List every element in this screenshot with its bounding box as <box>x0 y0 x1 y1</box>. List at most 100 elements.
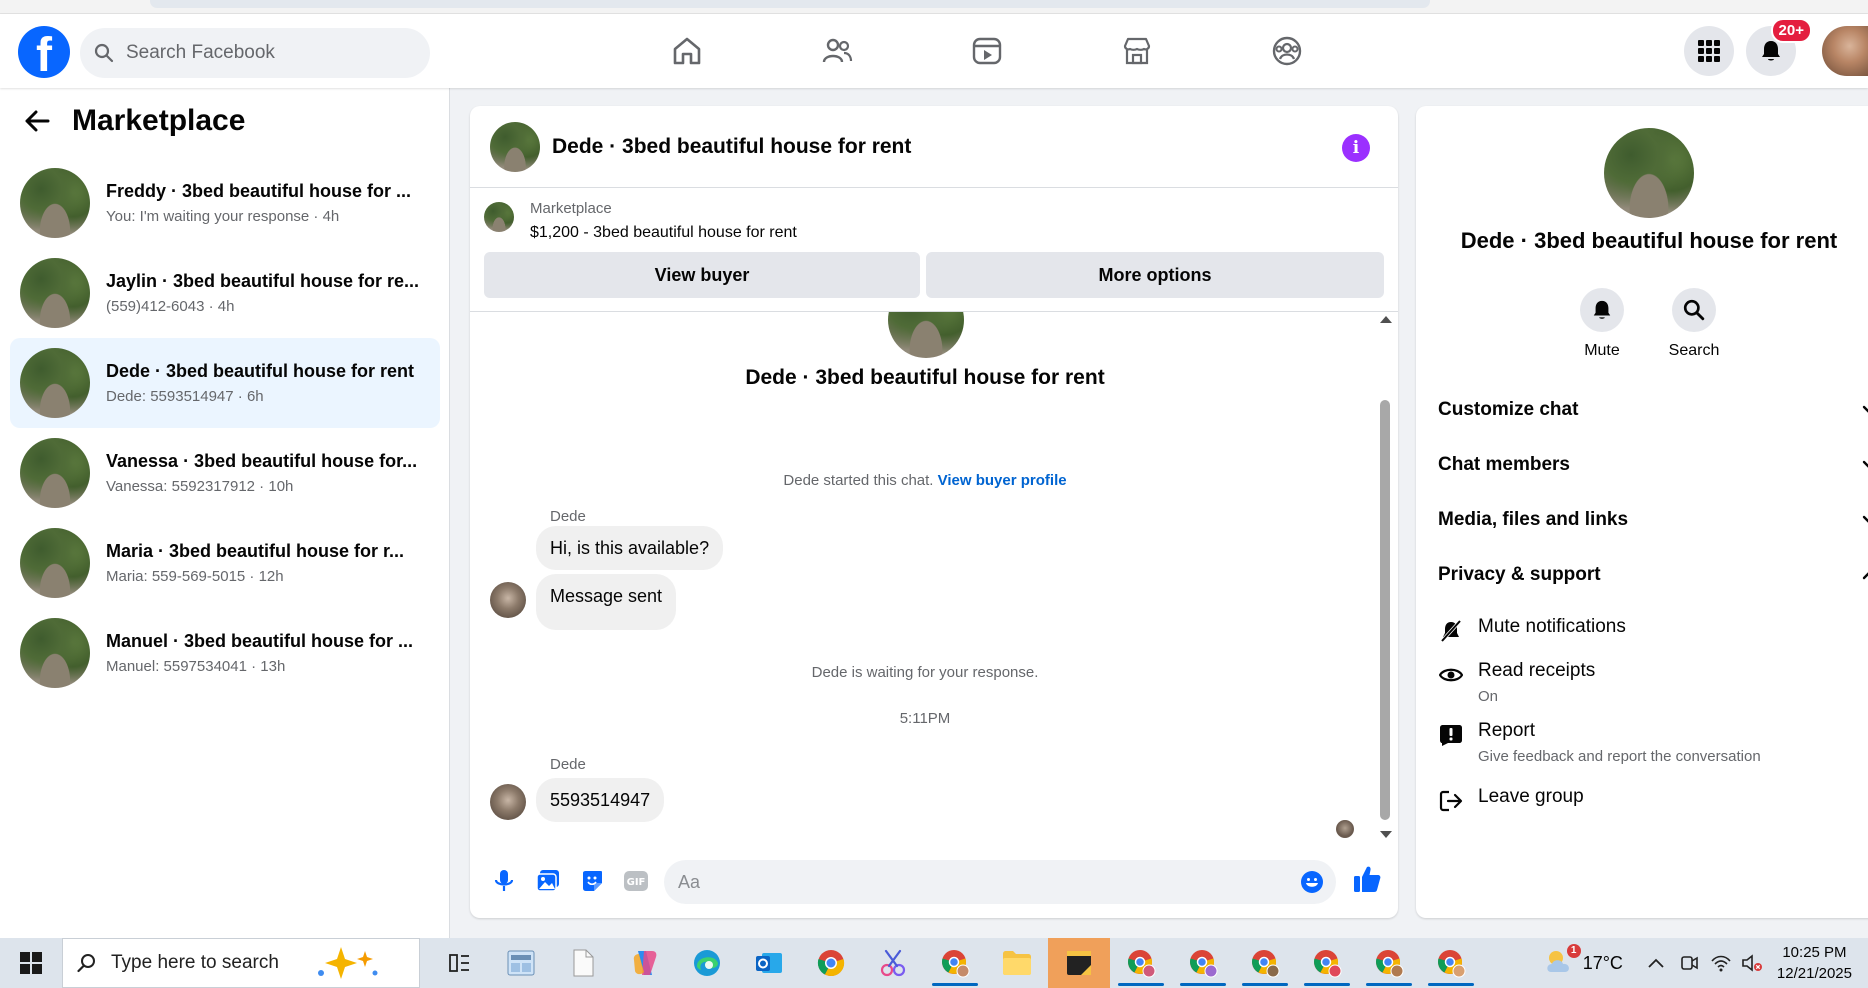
chat-listing-thumbnail[interactable] <box>490 121 540 172</box>
conversation-item[interactable]: Manuel · 3bed beautiful house for ... Ma… <box>10 608 440 698</box>
taskbar-file-explorer-app[interactable] <box>986 938 1048 988</box>
chevron-down-icon <box>1862 460 1868 468</box>
chat-header: Dede · 3bed beautiful house for rent i <box>470 106 1398 188</box>
message-thread[interactable]: Dede · 3bed beautiful house for rent Ded… <box>470 312 1398 842</box>
taskbar-chrome-profile-5[interactable] <box>1296 938 1358 988</box>
info-icon[interactable]: i <box>1342 134 1370 162</box>
sender-avatar[interactable] <box>490 784 526 820</box>
chevron-down-icon <box>1862 405 1868 413</box>
thread-scrollbar[interactable] <box>1378 312 1392 842</box>
conversation-item[interactable]: Maria · 3bed beautiful house for r... Ma… <box>10 518 440 608</box>
chat-members-section[interactable]: Chat members <box>1438 445 1868 485</box>
attach-photo-button[interactable] <box>526 859 570 903</box>
facebook-logo[interactable]: f <box>18 26 70 78</box>
conversation-item[interactable]: Freddy · 3bed beautiful house for ... Yo… <box>10 158 440 248</box>
sender-name: Dede <box>550 508 586 525</box>
listing-mini-thumbnail <box>484 202 514 232</box>
waiting-notice: Dede is waiting for your response. <box>811 664 1039 681</box>
sender-avatar[interactable] <box>490 582 526 618</box>
taskbar-sticky-notes-app[interactable] <box>1048 938 1110 988</box>
start-button[interactable] <box>0 938 62 988</box>
view-buyer-profile-link[interactable]: View buyer profile <box>938 472 1067 489</box>
nav-groups[interactable] <box>1212 14 1362 88</box>
conversation-item-active[interactable]: Dede · 3bed beautiful house for rent Ded… <box>10 338 440 428</box>
task-view-icon <box>449 954 469 972</box>
mute-notifications-item[interactable]: Mute notifications <box>1438 616 1626 644</box>
read-receipts-item[interactable]: Read receipts On <box>1438 660 1595 705</box>
facebook-search-input[interactable] <box>126 42 406 64</box>
search-in-chat-button[interactable] <box>1672 288 1716 332</box>
mute-action[interactable]: Mute <box>1578 288 1626 360</box>
taskbar-notepad-app[interactable] <box>552 938 614 988</box>
message-input-box[interactable] <box>664 860 1336 904</box>
conversation-item[interactable]: Vanessa · 3bed beautiful house for... Va… <box>10 428 440 518</box>
profile-avatar[interactable] <box>1822 26 1868 76</box>
meet-now-icon[interactable] <box>1679 953 1699 973</box>
chat-title[interactable]: Dede · 3bed beautiful house for rent <box>552 135 911 159</box>
taskbar-chrome-profile-7[interactable] <box>1420 938 1482 988</box>
leave-group-item[interactable]: Leave group <box>1438 786 1584 814</box>
conversation-title: Dede · 3bed beautiful house for rent <box>106 361 415 381</box>
voice-clip-button[interactable] <box>482 859 526 903</box>
message-bubble[interactable]: Hi, is this available? <box>536 526 724 570</box>
view-buyer-button[interactable]: View buyer <box>484 252 920 298</box>
conversation-preview: You: I'm waiting your response · 4h <box>106 208 340 225</box>
taskbar-chrome-profile-4[interactable] <box>1234 938 1296 988</box>
details-listing-image[interactable] <box>1604 128 1694 218</box>
taskbar-search-box[interactable] <box>62 938 420 988</box>
report-item[interactable]: Report Give feedback and report the conv… <box>1438 720 1761 765</box>
listing-price-title[interactable]: $1,200 - 3bed beautiful house for rent <box>530 224 797 242</box>
taskbar-chrome-profile-6[interactable] <box>1358 938 1420 988</box>
volume-muted-icon[interactable] <box>1741 953 1763 973</box>
facebook-search-box[interactable] <box>80 28 430 78</box>
taskbar-search-input[interactable] <box>111 952 311 974</box>
more-options-button[interactable]: More options <box>926 252 1384 298</box>
scroll-down-arrow[interactable] <box>1380 831 1392 838</box>
sticker-button[interactable] <box>570 859 614 903</box>
message-input[interactable] <box>678 871 1258 893</box>
conversation-preview: Maria: 559-569-5015 · 12h <box>106 568 284 585</box>
report-icon <box>1438 722 1464 748</box>
conversation-list: Freddy · 3bed beautiful house for ... Yo… <box>10 158 440 698</box>
nav-friends[interactable] <box>762 14 912 88</box>
gif-button[interactable]: GIF <box>614 859 658 903</box>
chevron-up-icon[interactable] <box>1647 957 1665 969</box>
taskbar-chrome-app[interactable] <box>800 938 862 988</box>
scroll-thumb[interactable] <box>1380 400 1390 820</box>
conversation-item[interactable]: Jaylin · 3bed beautiful house for re... … <box>10 248 440 338</box>
taskbar-chrome-profile-2[interactable] <box>1110 938 1172 988</box>
nav-marketplace[interactable] <box>1062 14 1212 88</box>
taskbar-edge-app[interactable] <box>676 938 738 988</box>
notifications-button[interactable]: 20+ <box>1746 18 1812 76</box>
system-clock[interactable]: 10:25 PM 12/21/2025 <box>1777 942 1852 984</box>
nav-home[interactable] <box>612 14 762 88</box>
weather-widget[interactable]: 1 <box>1543 943 1581 981</box>
media-files-links-section[interactable]: Media, files and links <box>1438 500 1868 540</box>
details-quick-actions: Mute Search <box>1578 288 1719 360</box>
mute-button[interactable] <box>1580 288 1624 332</box>
scroll-up-arrow[interactable] <box>1380 316 1392 323</box>
menu-button[interactable] <box>1684 26 1734 76</box>
taskbar-snipping-app[interactable] <box>862 938 924 988</box>
search-action[interactable]: Search <box>1669 288 1719 360</box>
listing-thumbnail <box>20 528 90 598</box>
taskbar-chrome-profile-3[interactable] <box>1172 938 1234 988</box>
privacy-support-section[interactable]: Privacy & support <box>1438 555 1868 595</box>
nav-video[interactable] <box>912 14 1062 88</box>
message-bubble[interactable]: Message sent <box>536 574 677 630</box>
taskbar-outlook-app[interactable] <box>738 938 800 988</box>
wifi-icon[interactable] <box>1711 954 1731 972</box>
message-bubble[interactable]: 5593514947 <box>536 778 665 822</box>
taskbar-chrome-profile-1[interactable] <box>924 938 986 988</box>
taskbar-widgets-app[interactable] <box>490 938 552 988</box>
item-label: Leave group <box>1478 786 1584 807</box>
customize-chat-section[interactable]: Customize chat <box>1438 390 1868 430</box>
listing-thumbnail <box>20 618 90 688</box>
sticker-icon <box>583 871 602 891</box>
thumbs-up-icon[interactable] <box>1352 864 1382 894</box>
video-icon <box>972 37 1002 65</box>
emoji-icon[interactable] <box>1300 870 1324 894</box>
back-arrow-icon[interactable] <box>24 109 50 133</box>
taskbar-copilot-app[interactable] <box>614 938 676 988</box>
task-view-button[interactable] <box>428 938 490 988</box>
